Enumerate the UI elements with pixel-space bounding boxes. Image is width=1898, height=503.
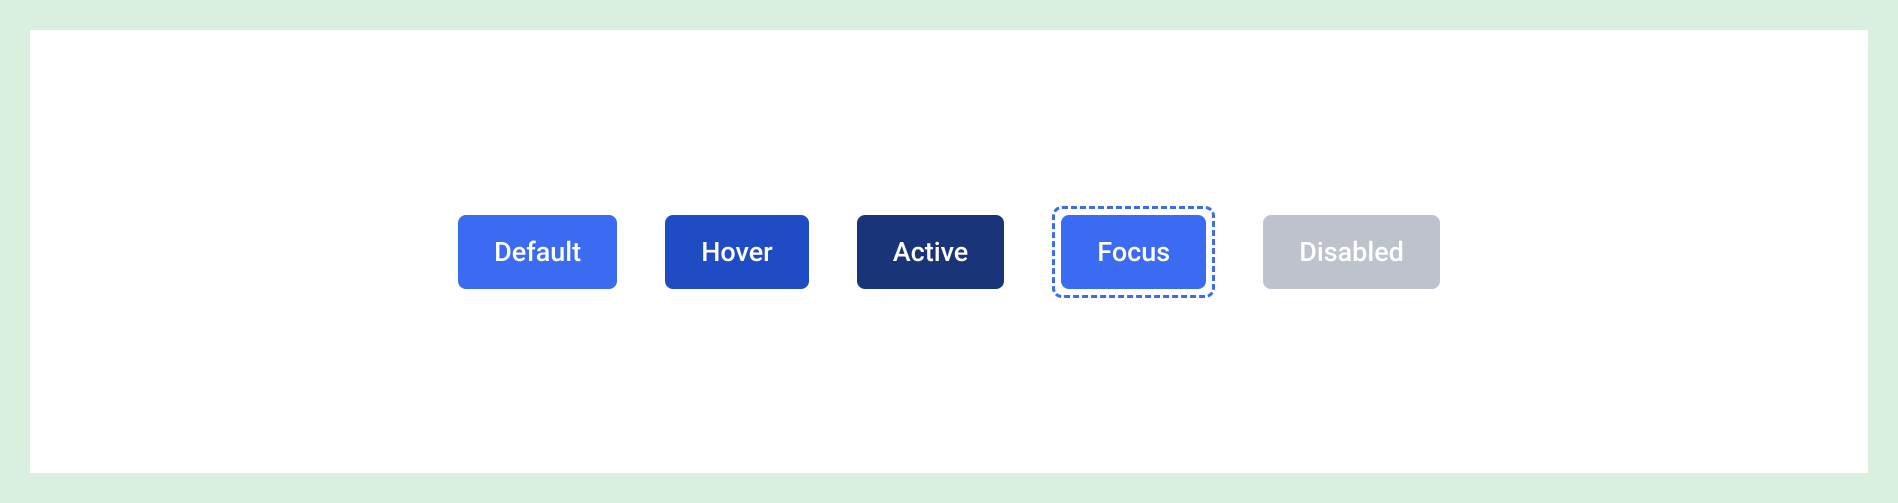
default-button[interactable]: Default	[458, 215, 617, 289]
button-states-panel: Default Hover Active Focus Disabled	[30, 30, 1868, 473]
disabled-button: Disabled	[1263, 215, 1440, 289]
focus-button[interactable]: Focus	[1061, 215, 1206, 289]
active-button[interactable]: Active	[857, 215, 1005, 289]
hover-button[interactable]: Hover	[665, 215, 809, 289]
focus-outline: Focus	[1052, 206, 1215, 298]
